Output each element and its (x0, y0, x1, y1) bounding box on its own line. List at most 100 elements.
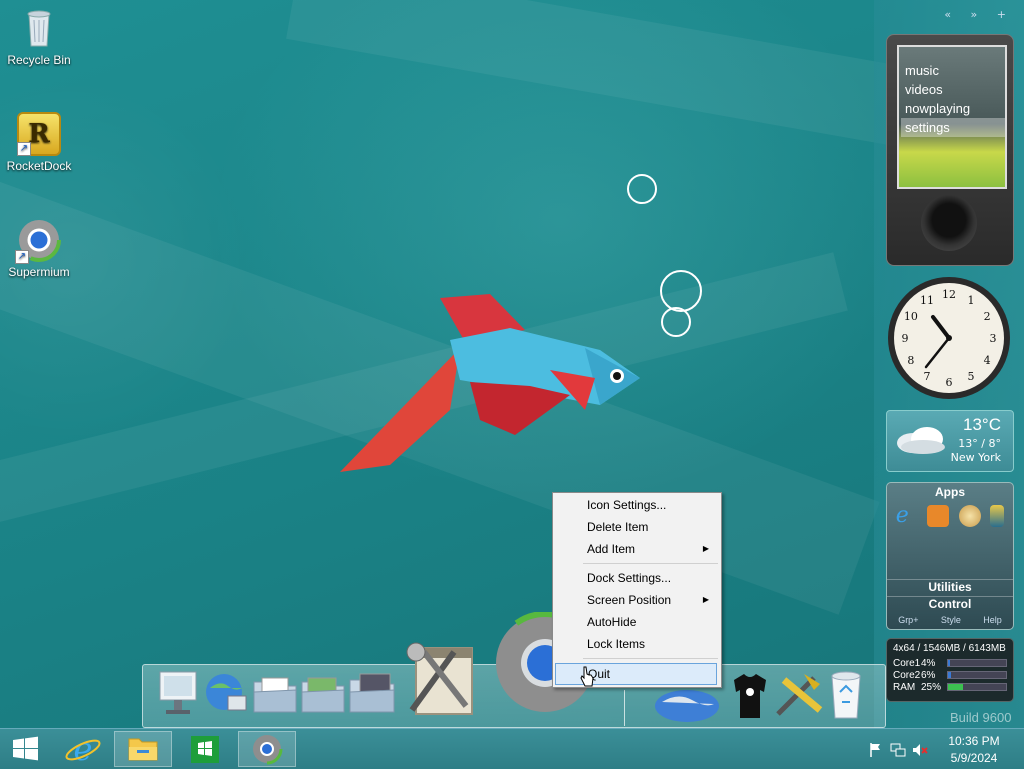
menu-item-label: Icon Settings... (587, 498, 667, 512)
clock-numeral: 2 (984, 310, 991, 323)
menu-item-label: Lock Items (587, 637, 646, 651)
store-icon (191, 736, 219, 763)
sidebar-controls[interactable]: « » + (944, 8, 1014, 21)
zune-menu-item[interactable]: music (905, 61, 1005, 80)
trophy-icon[interactable] (990, 505, 1005, 527)
menu-separator (583, 563, 718, 564)
zune-touchpad[interactable] (921, 195, 977, 251)
cpu-meter-value: 25% (921, 681, 942, 693)
system-tray: 10:36 PM 5/9/2024 (864, 729, 1024, 769)
supermium-icon: ↗ (15, 218, 61, 264)
apps-group-control[interactable]: Control (887, 596, 1013, 611)
ram-meter-bar (947, 683, 1007, 691)
menu-item-screen-position[interactable]: Screen Position ▶ (555, 590, 717, 610)
menu-item-label: AutoHide (587, 615, 637, 629)
zune-menu-item[interactable]: videos (905, 80, 1005, 99)
menu-separator (583, 658, 718, 659)
apps-group-utilities[interactable]: Utilities (887, 579, 1013, 594)
cpu-meter-bar (947, 671, 1007, 679)
desktop-icon-label: RocketDock (6, 159, 72, 173)
zune-menu-item-selected[interactable]: settings (901, 118, 1005, 137)
clock-numeral: 5 (968, 370, 975, 383)
recycle-bin-dock-icon[interactable] (826, 668, 866, 723)
hand-cursor-icon (580, 666, 594, 687)
start-button[interactable] (0, 731, 52, 767)
menu-item-autohide[interactable]: AutoHide (555, 612, 717, 632)
taskbar-internet-explorer[interactable]: e (54, 730, 112, 768)
taskbar-clock-date[interactable]: 5/9/2024 (944, 751, 1004, 765)
desktop-icon-label: Recycle Bin (7, 53, 71, 67)
earth-icon[interactable] (654, 684, 720, 725)
cpu-meter-row: Core2 6% (887, 669, 1013, 681)
clock-numeral: 3 (990, 332, 997, 345)
clock-numeral: 4 (984, 354, 991, 367)
menu-item-icon-settings[interactable]: Icon Settings... (555, 495, 717, 515)
zune-menu: music videos nowplaying settings (901, 61, 1005, 137)
documents-folder-icon[interactable] (252, 674, 298, 717)
desktop-icon-rocketdock[interactable]: R ↗ RocketDock (1, 112, 77, 173)
menu-item-dock-settings[interactable]: Dock Settings... (555, 568, 717, 588)
build-watermark: Build 9600 (950, 710, 1012, 725)
submenu-arrow-icon: ▶ (702, 544, 709, 553)
menu-item-add-item[interactable]: Add Item ▶ (555, 539, 717, 559)
cpu-meter-value: 4% (921, 657, 936, 669)
dock-separator (624, 690, 625, 726)
submenu-arrow-icon: ▶ (702, 595, 709, 604)
desktop-wallpaper: Recycle Bin R ↗ RocketDock ↗ Supermium «… (0, 0, 1024, 728)
tshirt-icon[interactable] (730, 672, 770, 723)
clock-numeral: 11 (920, 294, 934, 307)
network-globe-icon[interactable] (204, 670, 250, 719)
cpu-meter-value: 6% (921, 669, 936, 681)
settings-tools-icon[interactable] (774, 670, 824, 721)
desktop-icon-recycle-bin[interactable]: Recycle Bin (1, 6, 77, 67)
pictures-folder-icon[interactable] (300, 674, 346, 717)
action-center-flag-icon[interactable] (868, 742, 884, 758)
menu-item-label: Add Item (587, 542, 636, 556)
clock-numeral: 6 (946, 376, 953, 389)
cpu-meter-bar (947, 659, 1007, 667)
weather-gadget[interactable]: 13°C 13° / 8° New York (886, 410, 1014, 472)
videos-folder-icon[interactable] (348, 672, 396, 717)
clock-numeral: 9 (902, 332, 909, 345)
analog-clock-gadget: 12 12 3 45 6 78 9 1011 (888, 277, 1010, 399)
paint-palette-icon[interactable] (958, 505, 981, 527)
zune-gadget[interactable]: music videos nowplaying settings (886, 34, 1014, 266)
tools-icon[interactable] (402, 634, 482, 721)
desktop-icon-supermium[interactable]: ↗ Supermium (1, 218, 77, 279)
shortcut-arrow-icon: ↗ (15, 250, 29, 264)
computer-icon[interactable] (156, 668, 200, 721)
cpu-meter-row: Core1 4% (887, 657, 1013, 669)
network-icon[interactable] (890, 742, 906, 758)
apps-footer-group-add[interactable]: Grp+ (898, 615, 918, 625)
menu-item-label: Delete Item (587, 520, 649, 534)
cloud-icon (897, 427, 945, 454)
volume-muted-icon[interactable] (912, 742, 928, 758)
clock-numeral: 7 (924, 370, 931, 383)
clock-numeral: 12 (942, 288, 956, 301)
media-player-icon[interactable] (927, 505, 950, 527)
cpu-meter-header: 4x64 / 1546MB / 6143MB (893, 643, 1006, 654)
apps-title: Apps (935, 485, 965, 499)
menu-item-delete-item[interactable]: Delete Item (555, 517, 717, 537)
bubble (627, 174, 657, 204)
windows-logo-icon (13, 736, 38, 761)
taskbar-windows-store[interactable] (176, 731, 234, 767)
bubble (660, 270, 702, 312)
supermium-icon (251, 733, 283, 765)
menu-item-lock-items[interactable]: Lock Items (555, 634, 717, 654)
zune-menu-item[interactable]: nowplaying (905, 99, 1005, 118)
apps-footer-help[interactable]: Help (983, 615, 1002, 625)
svg-text:e: e (74, 731, 93, 767)
taskbar-file-explorer[interactable] (114, 731, 172, 767)
weather-temperature: 13°C (963, 415, 1001, 434)
internet-explorer-icon[interactable]: e (896, 505, 918, 527)
clock-numeral: 10 (904, 310, 918, 323)
taskbar-clock-time[interactable]: 10:36 PM (944, 734, 1004, 748)
menu-item-label: Screen Position (587, 593, 672, 607)
taskbar-supermium[interactable] (238, 731, 296, 767)
cpu-meter-label: Core2 (893, 669, 921, 681)
bubble (661, 307, 691, 337)
menu-item-label: Dock Settings... (587, 571, 672, 585)
apps-footer-style[interactable]: Style (941, 615, 961, 625)
betta-fish-illustration (340, 294, 640, 472)
